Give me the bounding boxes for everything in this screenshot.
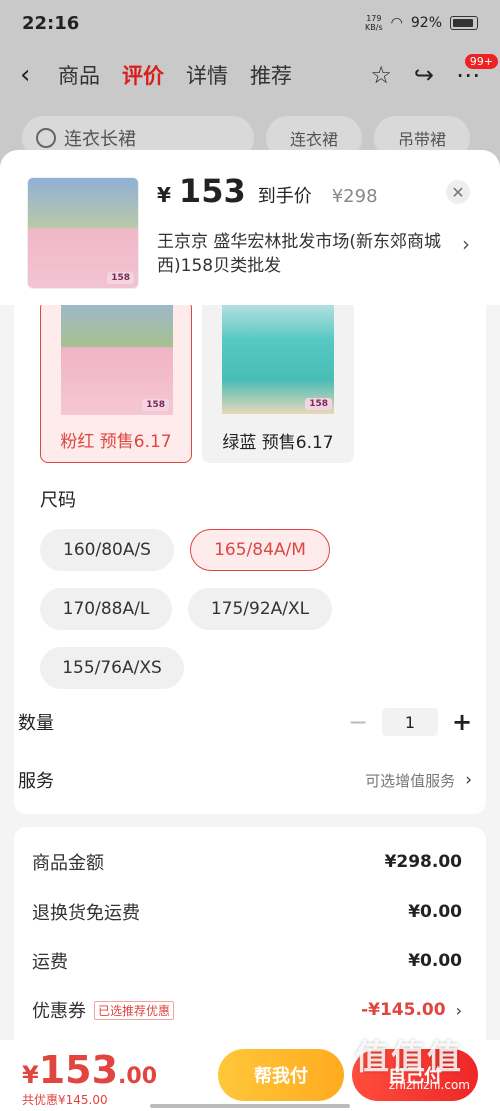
image-tag: 158 bbox=[305, 398, 332, 410]
image-tag: 158 bbox=[142, 399, 169, 411]
sheet-header: 158 ¥ 153 到手价 ¥298 ✕ 王京京 盛华宏林批发市场(新东郊商城西… bbox=[0, 150, 500, 305]
summary-row: 退换货免运费 ¥0.00 bbox=[32, 899, 462, 925]
size-title: 尺码 bbox=[40, 490, 76, 511]
tab-details[interactable]: 详情 bbox=[186, 60, 228, 90]
sku-sheet: 158 ¥ 153 到手价 ¥298 ✕ 王京京 盛华宏林批发市场(新东郊商城西… bbox=[0, 150, 500, 1111]
original-price: ¥298 bbox=[331, 186, 378, 207]
watermark-url: zhizhizhi.com bbox=[388, 1078, 470, 1092]
site-watermark: 值值值 zhizhizhi.com bbox=[355, 1030, 490, 1096]
search-icon bbox=[36, 128, 56, 148]
color-option-pink[interactable]: 158 粉红 预售6.17 bbox=[40, 300, 192, 463]
tab-recommend[interactable]: 推荐 bbox=[250, 60, 292, 90]
summary-row: 运费 ¥0.00 bbox=[32, 948, 462, 974]
coupon-badge: 已选推荐优惠 bbox=[94, 1000, 175, 1020]
chevron-right-icon[interactable]: › bbox=[462, 232, 470, 256]
wifi-icon: ◠ bbox=[390, 15, 403, 31]
summary-value: ¥298.00 bbox=[384, 852, 462, 872]
price-line: ¥ 153 到手价 ¥298 bbox=[157, 172, 378, 210]
minus-button[interactable]: − bbox=[348, 708, 368, 736]
quantity-label: 数量 bbox=[18, 713, 54, 734]
product-thumbnail[interactable]: 158 bbox=[27, 177, 139, 289]
star-icon[interactable]: ☆ bbox=[370, 61, 392, 89]
battery-icon bbox=[450, 16, 478, 30]
color-label: 粉红 预售6.17 bbox=[60, 431, 172, 452]
total-discount: 共优惠¥145.00 bbox=[22, 1093, 108, 1107]
price-label: 到手价 bbox=[257, 186, 312, 207]
order-summary: 商品金额 ¥298.00 退换货免运费 ¥0.00 运费 ¥0.00 优惠券 已… bbox=[14, 827, 486, 1057]
service-label: 服务 bbox=[18, 771, 54, 792]
size-option[interactable]: 175/92A/XL bbox=[188, 588, 332, 630]
color-image bbox=[61, 301, 173, 415]
summary-label: 商品金额 bbox=[32, 853, 104, 874]
thumb-tag: 158 bbox=[107, 272, 134, 284]
color-image bbox=[222, 300, 334, 414]
summary-value: ¥0.00 bbox=[408, 902, 462, 922]
shop-name[interactable]: 王京京 盛华宏林批发市场(新东郊商城西)158贝类批发 bbox=[157, 230, 447, 278]
search-placeholder: 连衣长裙 bbox=[64, 129, 136, 150]
color-option-teal[interactable]: 158 绿蓝 预售6.17 bbox=[202, 300, 354, 463]
pay-for-me-button[interactable]: 帮我付 bbox=[218, 1049, 344, 1101]
status-bar: 22:16 179 KB/s ◠ 92% bbox=[0, 0, 500, 46]
tab-goods[interactable]: 商品 bbox=[58, 60, 100, 90]
back-icon[interactable]: ‹ bbox=[20, 60, 58, 90]
coupon-value: -¥145.00 bbox=[361, 1000, 446, 1020]
size-option-selected[interactable]: 165/84A/M bbox=[190, 529, 330, 571]
watermark-logo: 值值值 bbox=[355, 1038, 463, 1078]
status-time: 22:16 bbox=[22, 12, 80, 34]
message-badge: 99+ bbox=[464, 54, 498, 69]
chevron-right-icon: › bbox=[455, 1000, 462, 1020]
home-indicator bbox=[150, 1104, 350, 1108]
chevron-right-icon: › bbox=[465, 770, 472, 790]
tab-reviews[interactable]: 评价 bbox=[122, 60, 164, 90]
plus-button[interactable]: + bbox=[452, 708, 472, 736]
summary-row: 商品金额 ¥298.00 bbox=[32, 849, 462, 875]
final-price: 153 bbox=[178, 172, 246, 210]
summary-label: 运费 bbox=[32, 952, 68, 973]
color-label: 绿蓝 预售6.17 bbox=[222, 432, 334, 453]
quantity-row: 数量 − 1 + bbox=[18, 702, 472, 742]
network-speed: 179 KB/s bbox=[365, 14, 383, 32]
coupon-label: 优惠券 bbox=[32, 1001, 86, 1022]
total-price: ¥ 153 .00 bbox=[22, 1048, 158, 1092]
service-row[interactable]: 服务 可选增值服务 › bbox=[18, 760, 472, 800]
coupon-row[interactable]: 优惠券 已选推荐优惠 -¥145.00 › bbox=[32, 997, 462, 1023]
price-symbol: ¥ bbox=[157, 183, 171, 207]
close-button[interactable]: ✕ bbox=[446, 180, 470, 204]
share-icon[interactable]: ↪ bbox=[414, 61, 434, 89]
quantity-input[interactable]: 1 bbox=[382, 708, 438, 736]
battery-percent: 92% bbox=[410, 15, 442, 31]
quantity-stepper: − 1 + bbox=[348, 708, 472, 736]
product-nav: ‹ 商品 评价 详情 推荐 ☆ ↪ ⋯ 99+ bbox=[0, 52, 500, 98]
summary-label: 退换货免运费 bbox=[32, 903, 140, 924]
size-option[interactable]: 155/76A/XS bbox=[40, 647, 184, 689]
size-option[interactable]: 160/80A/S bbox=[40, 529, 174, 571]
service-hint: 可选增值服务 bbox=[365, 771, 456, 790]
summary-value: ¥0.00 bbox=[408, 951, 462, 971]
size-option[interactable]: 170/88A/L bbox=[40, 588, 172, 630]
color-options: 158 粉红 预售6.17 158 绿蓝 预售6.17 bbox=[40, 300, 354, 463]
